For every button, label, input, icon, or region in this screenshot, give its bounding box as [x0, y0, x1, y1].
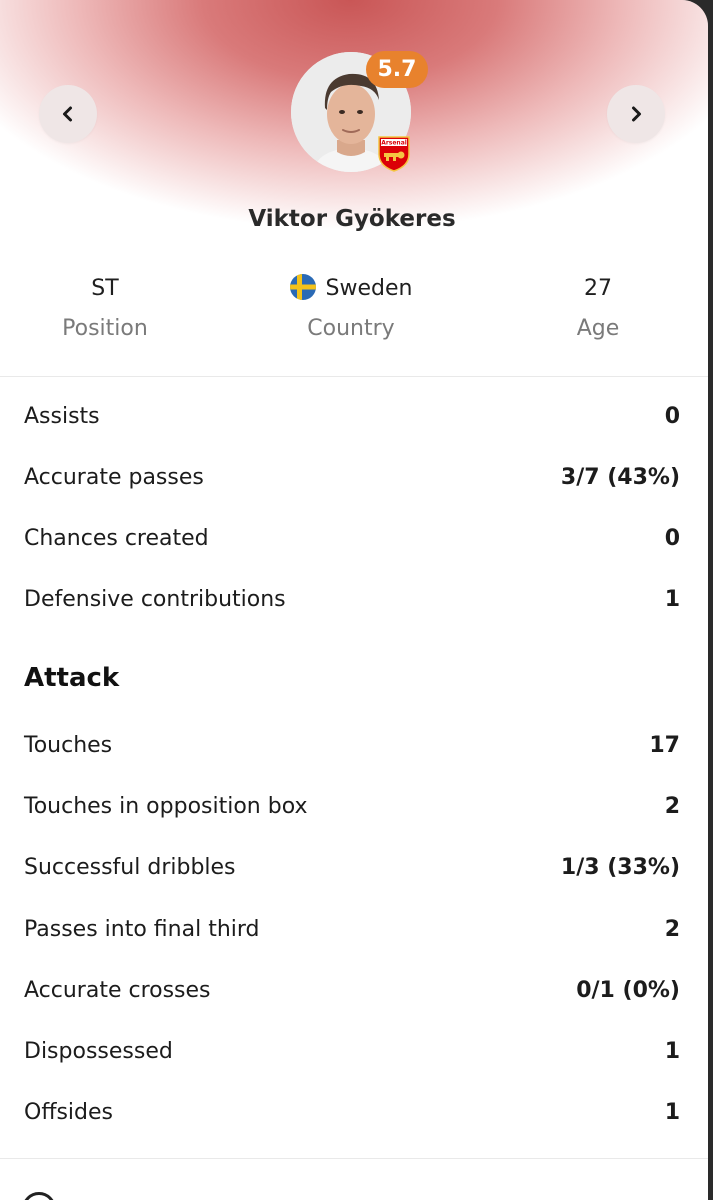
position-value: ST — [91, 276, 119, 301]
chevron-right-icon — [632, 106, 641, 122]
stat-label: Accurate passes — [24, 464, 204, 490]
stat-row-defensive-contributions: Defensive contributions 1 — [24, 579, 680, 619]
player-stats-card: 5.7 Arsenal Viktor Gyökeres ST Position — [0, 0, 708, 1200]
player-info-row: ST Position Sweden Country 27 Age — [0, 274, 704, 354]
stat-row-accurate-passes: Accurate passes 3/7 (43%) — [24, 457, 680, 497]
stat-label: Passes into final third — [24, 916, 260, 942]
stat-row-touches: Touches 17 — [24, 725, 680, 765]
stat-value: 1 — [664, 1038, 680, 1064]
stat-row-passes-final-third: Passes into final third 2 — [24, 909, 680, 949]
arsenal-crest-icon: Arsenal — [377, 134, 411, 172]
info-icon[interactable] — [22, 1192, 56, 1200]
stat-value: 1 — [664, 586, 680, 612]
country-value: Sweden — [325, 276, 413, 301]
chevron-left-icon — [63, 106, 72, 122]
stat-value: 0 — [664, 403, 680, 429]
stat-label: Chances created — [24, 525, 209, 551]
stat-value: 1 — [664, 1099, 680, 1125]
stat-label: Accurate crosses — [24, 977, 211, 1003]
stat-row-chances-created: Chances created 0 — [24, 518, 680, 558]
player-rating-badge: 5.7 — [366, 51, 428, 88]
stat-row-accurate-crosses: Accurate crosses 0/1 (0%) — [24, 970, 680, 1010]
stat-label: Assists — [24, 403, 100, 429]
stat-value: 1/3 (33%) — [560, 854, 680, 880]
age-info: 27 Age — [523, 274, 673, 341]
divider-top — [0, 376, 708, 377]
position-label: Position — [62, 316, 148, 341]
age-value: 27 — [584, 276, 612, 301]
stat-value: 0/1 (0%) — [576, 977, 680, 1003]
country-value-wrap: Sweden — [270, 274, 432, 304]
attack-section-title: Attack — [24, 663, 120, 693]
stat-label: Touches in opposition box — [24, 793, 308, 819]
country-info: Sweden Country — [270, 274, 432, 341]
stat-row-successful-dribbles: Successful dribbles 1/3 (33%) — [24, 847, 680, 887]
position-info: ST Position — [30, 274, 180, 341]
stat-row-assists: Assists 0 — [24, 396, 680, 436]
sweden-flag-icon — [289, 274, 316, 300]
stat-value: 2 — [664, 793, 680, 819]
stat-label: Dispossessed — [24, 1038, 173, 1064]
stat-row-offsides: Offsides 1 — [24, 1092, 680, 1132]
stat-value: 2 — [664, 916, 680, 942]
stat-label: Successful dribbles — [24, 854, 236, 880]
stat-label: Defensive contributions — [24, 586, 286, 612]
stat-value: 17 — [649, 732, 680, 758]
age-label: Age — [576, 316, 620, 341]
player-name: Viktor Gyökeres — [248, 206, 456, 232]
stat-row-dispossessed: Dispossessed 1 — [24, 1031, 680, 1071]
stat-row-touches-opp-box: Touches in opposition box 2 — [24, 786, 680, 826]
stat-value: 0 — [664, 525, 680, 551]
stat-value: 3/7 (43%) — [560, 464, 680, 490]
divider-bottom — [0, 1158, 708, 1159]
stat-label: Touches — [24, 732, 113, 758]
next-player-button[interactable] — [607, 85, 665, 143]
stat-label: Offsides — [24, 1099, 114, 1125]
svg-text:Arsenal: Arsenal — [381, 140, 407, 147]
previous-player-button[interactable] — [39, 85, 97, 143]
country-label: Country — [307, 316, 395, 341]
